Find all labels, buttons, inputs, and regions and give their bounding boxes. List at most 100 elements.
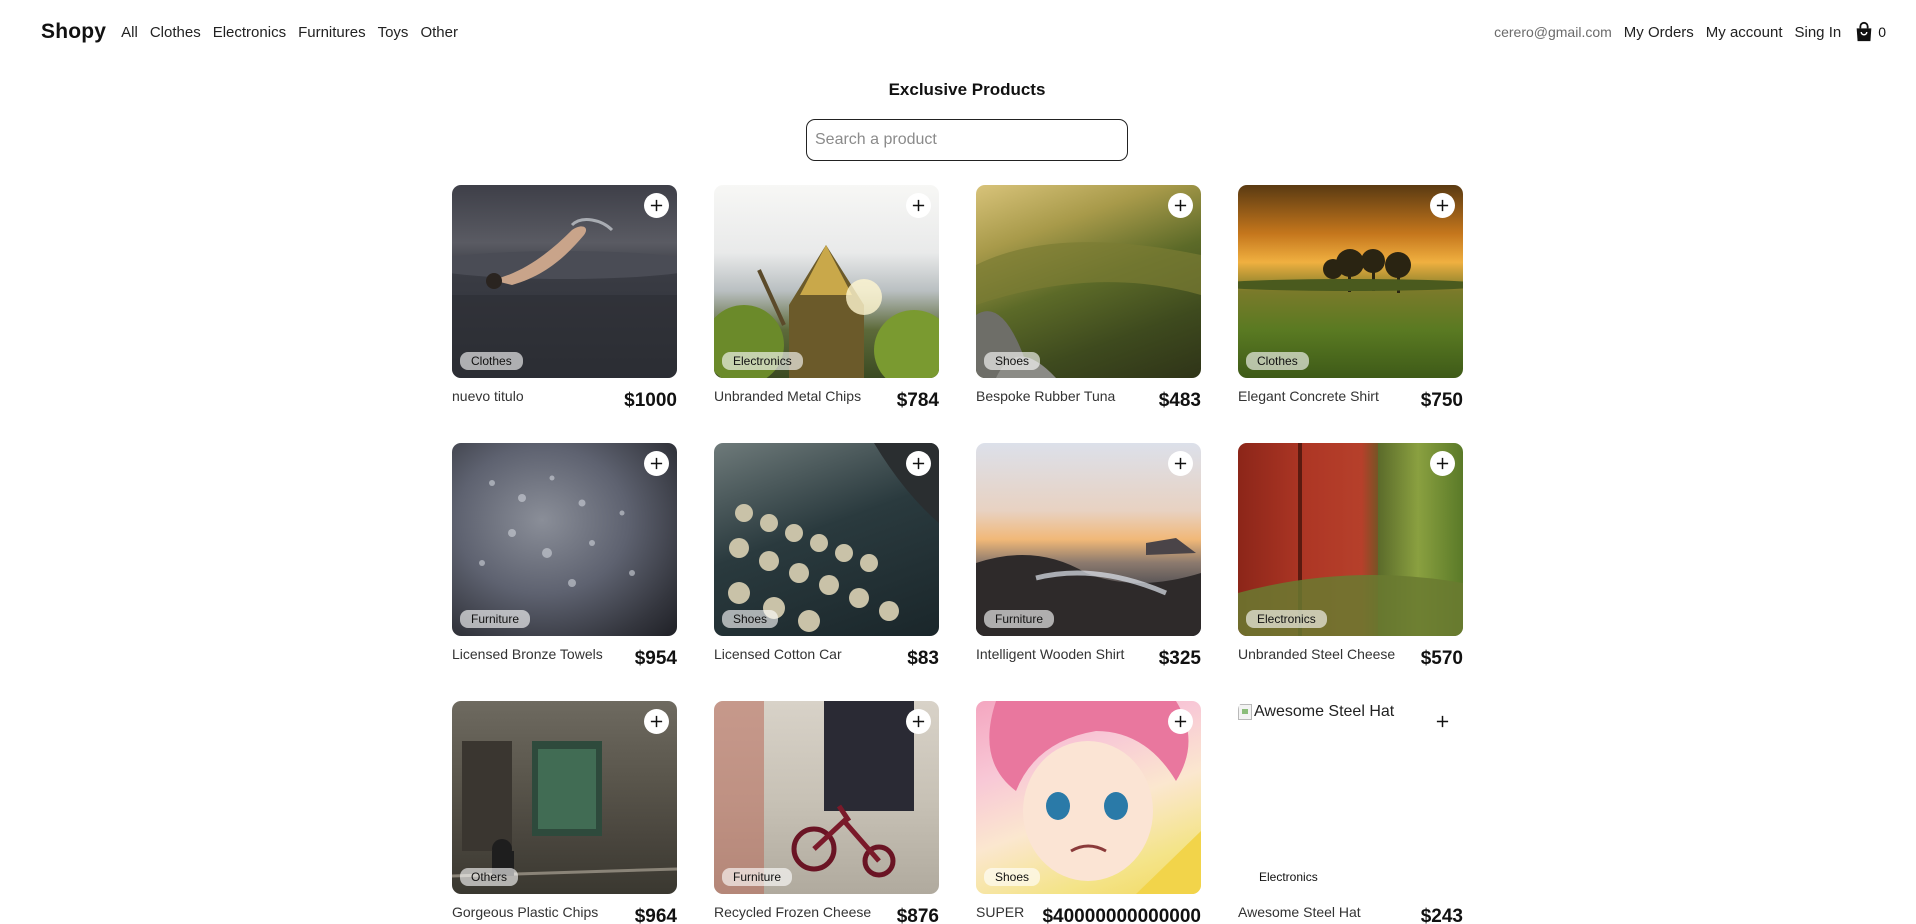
product-card[interactable]: Shoes Licensed Cotton Car $83 — [714, 443, 939, 669]
cart-button[interactable]: 0 — [1853, 20, 1886, 44]
product-name: Licensed Bronze Towels — [452, 646, 603, 662]
category-badge: Furniture — [984, 610, 1055, 628]
product-price: $570 — [1420, 648, 1463, 669]
product-card[interactable]: Electronics Unbranded Metal Chips $784 — [714, 185, 939, 411]
add-to-cart-button[interactable] — [644, 193, 669, 218]
plus-icon — [650, 199, 663, 212]
product-price: $876 — [896, 906, 939, 924]
product-info: Unbranded Metal Chips $784 — [714, 388, 939, 411]
add-to-cart-button[interactable] — [1430, 193, 1455, 218]
product-card[interactable]: Shoes Bespoke Rubber Tuna $483 — [976, 185, 1201, 411]
product-info: Elegant Concrete Shirt $750 — [1238, 388, 1463, 411]
category-badge: Shoes — [984, 352, 1041, 370]
category-badge: Electronics — [1246, 610, 1327, 628]
plus-icon — [1174, 199, 1187, 212]
search-input[interactable] — [806, 119, 1128, 161]
plus-icon — [1174, 715, 1187, 728]
cart-count: 0 — [1878, 24, 1886, 40]
add-to-cart-button[interactable] — [1430, 451, 1455, 476]
product-info: SUPER $40000000000000 — [976, 904, 1201, 924]
product-name: Gorgeous Plastic Chips — [452, 904, 599, 920]
product-price: $325 — [1158, 648, 1201, 669]
plus-icon — [1436, 457, 1449, 470]
my-orders-link[interactable]: My Orders — [1624, 24, 1694, 41]
add-to-cart-button[interactable] — [1430, 709, 1455, 734]
plus-icon — [912, 715, 925, 728]
product-name: Licensed Cotton Car — [714, 646, 842, 662]
product-name: SUPER — [976, 904, 1025, 920]
plus-icon — [650, 457, 663, 470]
product-image-old-building: Others — [452, 701, 677, 894]
product-image-swimmer: Clothes — [452, 185, 677, 378]
product-image-sunset-field: Clothes — [1238, 185, 1463, 378]
product-grid: Clothes nuevo titulo $1000 Electronics U… — [452, 185, 1463, 924]
product-info: Intelligent Wooden Shirt $325 — [976, 646, 1201, 669]
product-image-droplets: Furniture — [452, 443, 677, 636]
navbar: Shopy All Clothes Electronics Furnitures… — [0, 0, 1916, 64]
product-image-broken: Awesome Steel Hat Electronics — [1238, 701, 1463, 894]
product-card[interactable]: Awesome Steel Hat Electronics Awesome St… — [1238, 701, 1463, 924]
product-info: Licensed Cotton Car $83 — [714, 646, 939, 669]
category-badge: Furniture — [460, 610, 531, 628]
product-card[interactable]: Others Gorgeous Plastic Chips $964 — [452, 701, 677, 924]
add-to-cart-button[interactable] — [1168, 709, 1193, 734]
category-badge: Shoes — [984, 868, 1041, 886]
product-name: Awesome Steel Hat — [1238, 904, 1361, 920]
product-card[interactable]: Furniture Intelligent Wooden Shirt $325 — [976, 443, 1201, 669]
product-name: Elegant Concrete Shirt — [1238, 388, 1379, 404]
nav-category-clothes[interactable]: Clothes — [150, 24, 201, 41]
product-image-anime-girl: Shoes — [976, 701, 1201, 894]
shopping-bag-icon — [1853, 20, 1875, 44]
product-info: Unbranded Steel Cheese $570 — [1238, 646, 1463, 669]
product-card[interactable]: Furniture Licensed Bronze Towels $954 — [452, 443, 677, 669]
plus-icon — [1436, 199, 1449, 212]
product-info: Bespoke Rubber Tuna $483 — [976, 388, 1201, 411]
product-name: nuevo titulo — [452, 388, 524, 404]
product-price: $243 — [1420, 906, 1463, 924]
product-image-canoe: Electronics — [714, 185, 939, 378]
product-card[interactable]: Furniture Recycled Frozen Cheese $876 — [714, 701, 939, 924]
plus-icon — [650, 715, 663, 728]
category-badge: Electronics — [1259, 870, 1318, 884]
nav-right: cerero@gmail.com My Orders My account Si… — [1494, 20, 1886, 44]
add-to-cart-button[interactable] — [644, 451, 669, 476]
nav-category-toys[interactable]: Toys — [378, 24, 409, 41]
product-card[interactable]: Clothes nuevo titulo $1000 — [452, 185, 677, 411]
add-to-cart-button[interactable] — [644, 709, 669, 734]
product-price: $784 — [896, 390, 939, 411]
user-email: cerero@gmail.com — [1494, 24, 1612, 40]
product-image-coast: Furniture — [976, 443, 1201, 636]
product-price: $40000000000000 — [1042, 906, 1201, 924]
product-info: nuevo titulo $1000 — [452, 388, 677, 411]
product-name: Recycled Frozen Cheese — [714, 904, 872, 920]
category-badge: Clothes — [1246, 352, 1309, 370]
nav-category-electronics[interactable]: Electronics — [213, 24, 286, 41]
product-info: Awesome Steel Hat $243 — [1238, 904, 1463, 924]
product-name: Bespoke Rubber Tuna — [976, 388, 1116, 404]
product-price: $750 — [1420, 390, 1463, 411]
product-image-tricycle: Furniture — [714, 701, 939, 894]
add-to-cart-button[interactable] — [1168, 451, 1193, 476]
product-card[interactable]: Electronics Unbranded Steel Cheese $570 — [1238, 443, 1463, 669]
add-to-cart-button[interactable] — [1168, 193, 1193, 218]
my-account-link[interactable]: My account — [1706, 24, 1783, 41]
product-name: Unbranded Steel Cheese — [1238, 646, 1396, 662]
product-price: $483 — [1158, 390, 1201, 411]
product-info: Licensed Bronze Towels $954 — [452, 646, 677, 669]
add-to-cart-button[interactable] — [906, 193, 931, 218]
sign-in-link[interactable]: Sing In — [1795, 24, 1842, 41]
brand-logo[interactable]: Shopy — [41, 20, 106, 44]
nav-category-furnitures[interactable]: Furnitures — [298, 24, 366, 41]
product-info: Gorgeous Plastic Chips $964 — [452, 904, 677, 924]
product-card[interactable]: Clothes Elegant Concrete Shirt $750 — [1238, 185, 1463, 411]
product-info: Recycled Frozen Cheese $876 — [714, 904, 939, 924]
product-price: $1000 — [624, 390, 677, 411]
product-price: $954 — [634, 648, 677, 669]
add-to-cart-button[interactable] — [906, 451, 931, 476]
add-to-cart-button[interactable] — [906, 709, 931, 734]
nav-category-all[interactable]: All — [121, 24, 138, 41]
product-card[interactable]: Shoes SUPER $40000000000000 — [976, 701, 1201, 924]
product-image-typewriter: Shoes — [714, 443, 939, 636]
nav-category-other[interactable]: Other — [420, 24, 458, 41]
category-badge: Others — [460, 868, 519, 886]
